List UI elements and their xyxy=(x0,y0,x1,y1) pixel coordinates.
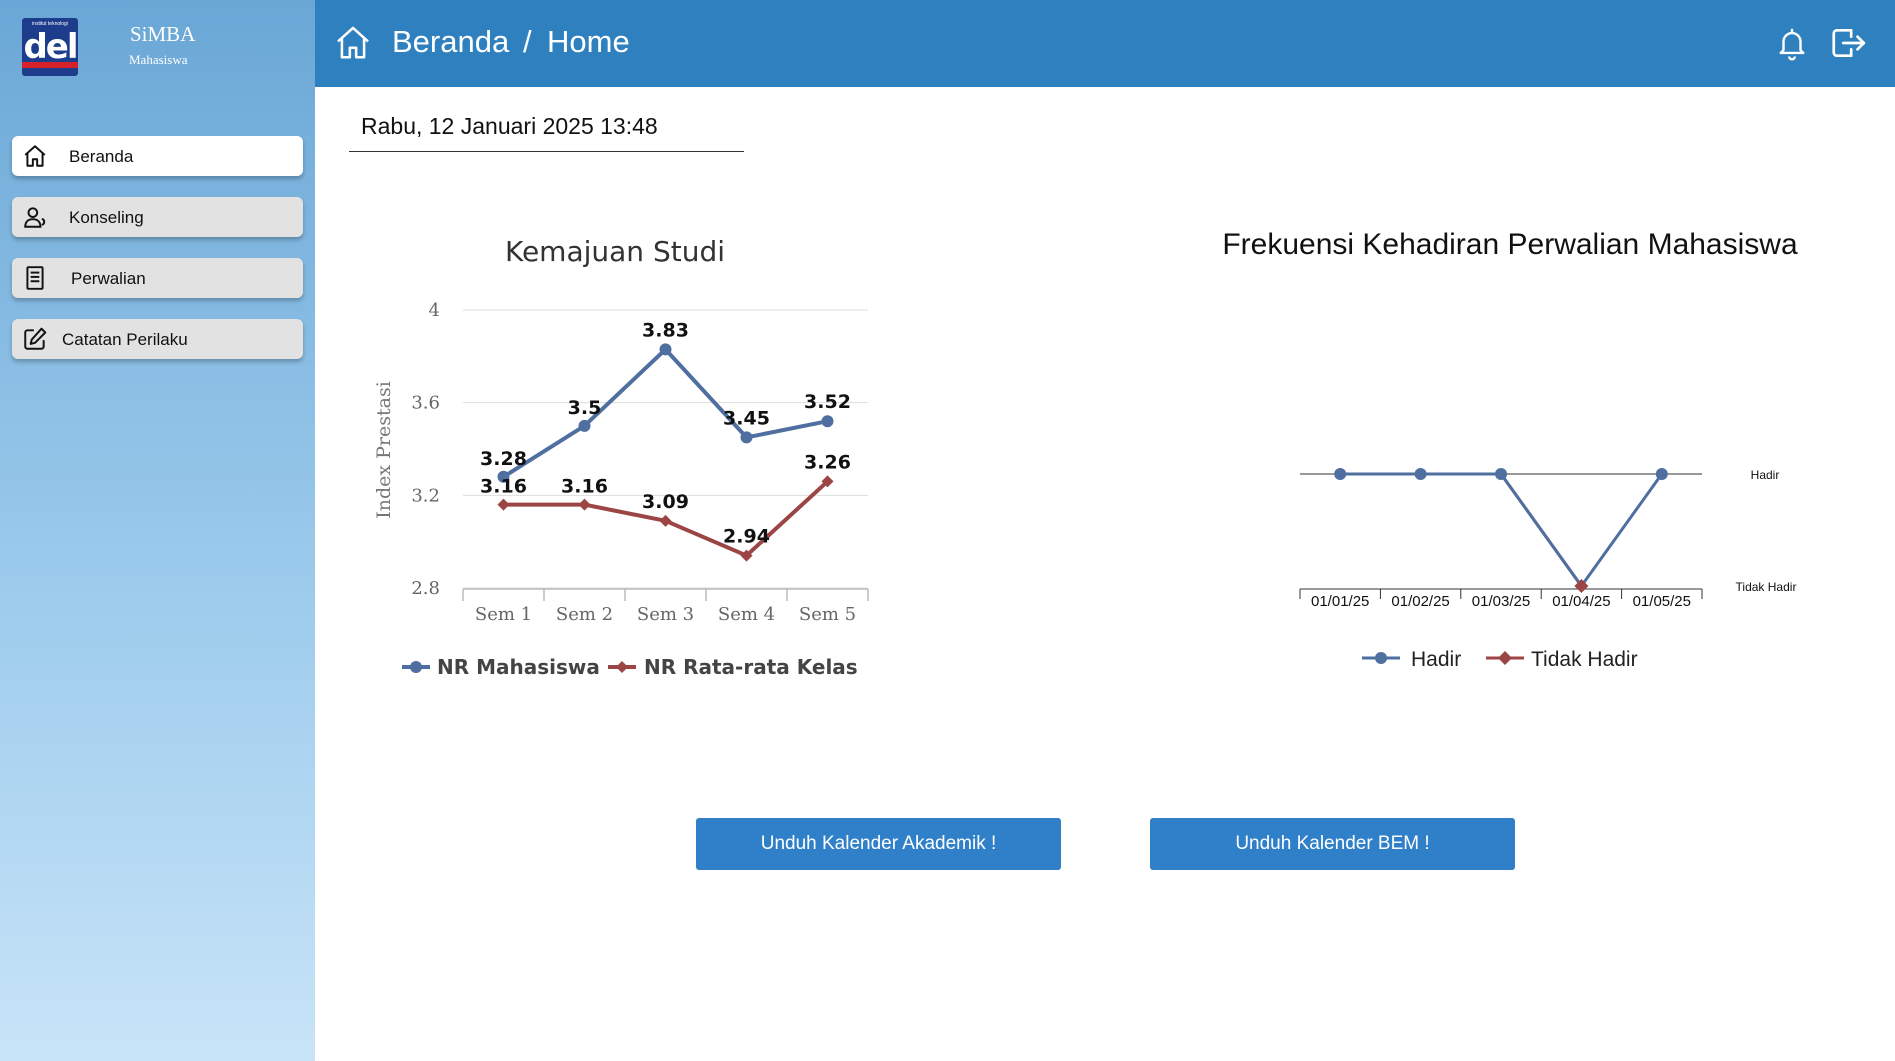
chart1-data-label: 3.83 xyxy=(642,319,689,341)
chart1-y-axis-label: Index Prestasi xyxy=(373,381,395,519)
chart2-legend-marker xyxy=(1375,652,1387,664)
chart1-data-label: 3.26 xyxy=(804,451,851,473)
chart1-data-label: 3.5 xyxy=(568,397,602,419)
chart1-legend-label: NR Mahasiswa xyxy=(437,655,600,679)
chart1-y-tick-label: 2.8 xyxy=(411,578,440,599)
chart1-legend-marker xyxy=(410,661,422,673)
chart2-legend-label: Tidak Hadir xyxy=(1531,648,1638,671)
chart2-x-tick-label: 01/04/25 xyxy=(1552,593,1610,610)
date-underline xyxy=(349,151,744,152)
logo-text: del xyxy=(23,27,78,67)
sidebar-item-label: Catatan Perilaku xyxy=(62,330,188,349)
chart1-title: Kemajuan Studi xyxy=(505,235,725,268)
chart2-title: Frekuensi Kehadiran Perwalian Mahasiswa xyxy=(1222,228,1798,261)
app-title: SiMBA xyxy=(130,22,196,46)
chart1-data-label: 3.16 xyxy=(480,476,527,498)
chart1-x-tick-label: Sem 3 xyxy=(637,604,694,625)
sidebar-item-beranda[interactable]: Beranda xyxy=(12,136,303,176)
chart1-x-tick-label: Sem 2 xyxy=(556,604,613,625)
chart1-data-label: 3.52 xyxy=(804,391,851,413)
chart1-series-line xyxy=(503,479,829,558)
download-academic-calendar-button[interactable]: Unduh Kalender Akademik ! xyxy=(696,818,1061,870)
chart1-data-label: 3.09 xyxy=(642,491,689,513)
chart2-y-category-label: Hadir xyxy=(1751,468,1780,482)
sidebar-item-konseling[interactable]: Konseling xyxy=(12,197,303,237)
chart2-legend-label: Hadir xyxy=(1411,648,1461,671)
chart1-data-label: 3.16 xyxy=(561,476,608,498)
chart1-point xyxy=(821,415,834,428)
edit-icon xyxy=(24,327,47,350)
logo-band xyxy=(22,62,78,68)
chart2-legend-marker xyxy=(1498,651,1512,665)
chart2-point xyxy=(1655,468,1668,480)
chart1-series-line xyxy=(502,347,828,479)
chart1-y-tick-label: 4 xyxy=(429,300,440,321)
logout-icon[interactable] xyxy=(1829,24,1867,62)
chart2-point xyxy=(1495,468,1507,480)
chart1-point xyxy=(821,475,834,488)
chart1-data-label: 3.28 xyxy=(480,448,527,470)
sidebar-item-label: Konseling xyxy=(69,208,144,227)
current-datetime: Rabu, 12 Januari 2025 13:48 xyxy=(361,113,658,139)
chart2-point xyxy=(1574,579,1589,593)
chart1-point xyxy=(578,498,591,511)
chart2-x-tick-label: 01/05/25 xyxy=(1633,593,1691,610)
home-icon xyxy=(24,145,46,167)
chart1-x-tick-label: Sem 4 xyxy=(718,604,775,625)
chart2-point xyxy=(1334,468,1347,480)
chart1-data-label: 3.45 xyxy=(723,407,770,429)
chart1-point xyxy=(659,514,672,527)
chart1-legend-label: NR Rata-rata Kelas xyxy=(644,655,858,679)
chart1-y-tick-label: 3.2 xyxy=(411,485,440,506)
header-bar: Beranda / Home xyxy=(315,0,1895,87)
home-icon[interactable] xyxy=(334,24,372,62)
sidebar: institut teknologi del SiMBA Mahasiswa B… xyxy=(0,0,315,1061)
document-icon xyxy=(26,266,44,290)
chart1-point xyxy=(740,431,753,444)
chart2-x-tick-label: 01/03/25 xyxy=(1472,593,1530,610)
app-subtitle: Mahasiswa xyxy=(129,52,188,67)
chart1-legend-marker xyxy=(616,661,628,673)
chart1-point xyxy=(578,419,591,432)
download-bem-calendar-button[interactable]: Unduh Kalender BEM ! xyxy=(1150,818,1515,870)
sidebar-item-label: Perwalian xyxy=(71,269,146,288)
chart1-x-tick-label: Sem 5 xyxy=(799,604,856,625)
chart1-point xyxy=(659,343,672,356)
chart1-data-label: 2.94 xyxy=(723,526,770,548)
sidebar-item-label: Beranda xyxy=(69,147,134,166)
chart1-point xyxy=(740,549,753,562)
chart2-series-line xyxy=(1340,472,1664,589)
bell-icon[interactable] xyxy=(1775,24,1809,62)
sidebar-item-catatan-perilaku[interactable]: Catatan Perilaku xyxy=(12,319,303,359)
chart1-y-tick-label: 3.6 xyxy=(411,393,440,414)
breadcrumb-separator: / xyxy=(523,24,532,59)
breadcrumb-beranda[interactable]: Beranda xyxy=(392,24,509,60)
chart1-x-tick-label: Sem 1 xyxy=(475,604,532,625)
chart2-point xyxy=(1414,468,1427,480)
sidebar-item-perwalian[interactable]: Perwalian xyxy=(12,258,303,298)
breadcrumb-home: Home xyxy=(547,24,630,59)
user-icon xyxy=(24,207,46,228)
chart2-y-category-label: Tidak Hadir xyxy=(1736,580,1797,594)
chart2-x-tick-label: 01/02/25 xyxy=(1391,593,1449,610)
chart2-x-tick-label: 01/01/25 xyxy=(1311,593,1369,610)
del-logo: institut teknologi del xyxy=(22,18,78,76)
chart1-point xyxy=(497,470,510,483)
chart1-point xyxy=(497,498,510,511)
chart2-series-line xyxy=(1499,473,1583,587)
